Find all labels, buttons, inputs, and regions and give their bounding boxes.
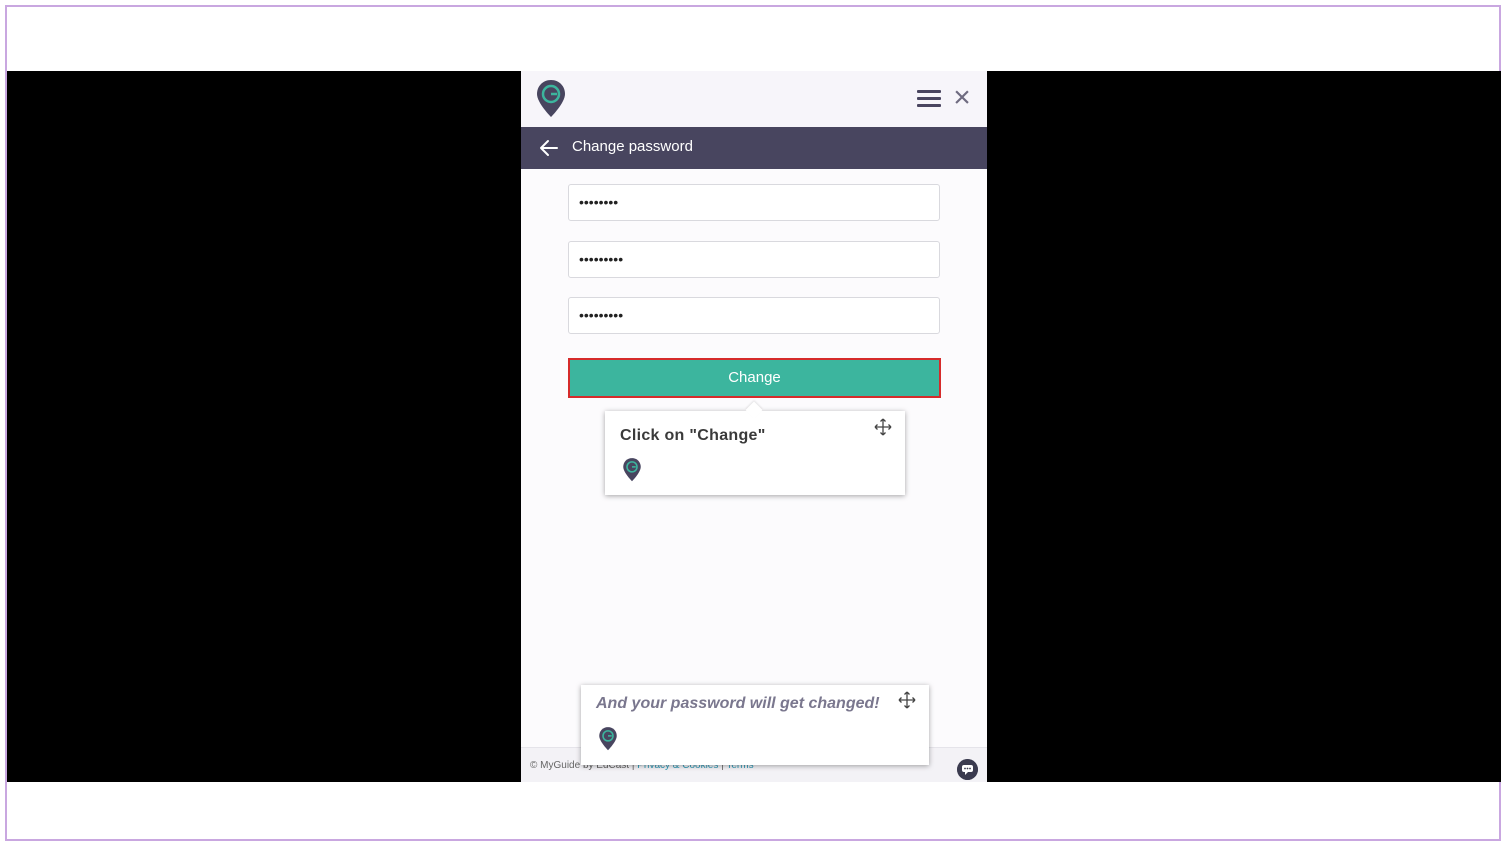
final-step-tooltip: And your password will get changed! <box>581 685 929 765</box>
back-arrow-icon[interactable] <box>539 137 559 159</box>
tooltip-text: Click on "Change" <box>620 427 766 444</box>
tooltip-text: And your password will get changed! <box>596 695 880 712</box>
change-button[interactable]: Change <box>568 358 941 398</box>
move-icon[interactable] <box>874 418 892 436</box>
myguide-logo-icon <box>537 80 565 117</box>
panel-header: × <box>521 71 987 127</box>
myguide-panel: × Change password •••••••• ••••••••• •••… <box>521 71 987 782</box>
myguide-logo-icon <box>623 458 641 482</box>
hamburger-menu-icon[interactable] <box>917 87 941 109</box>
chat-icon[interactable] <box>957 759 978 780</box>
step-tooltip: Click on "Change" <box>605 401 905 495</box>
move-icon[interactable] <box>898 691 916 709</box>
confirm-password-field[interactable]: ••••••••• <box>568 297 940 334</box>
myguide-logo-icon <box>599 727 617 751</box>
close-icon[interactable]: × <box>951 83 973 113</box>
tooltip-caret <box>745 401 763 419</box>
current-password-field[interactable]: •••••••• <box>568 184 940 221</box>
new-password-field[interactable]: ••••••••• <box>568 241 940 278</box>
page-title: Change password <box>572 138 693 155</box>
title-bar: Change password <box>521 127 987 169</box>
